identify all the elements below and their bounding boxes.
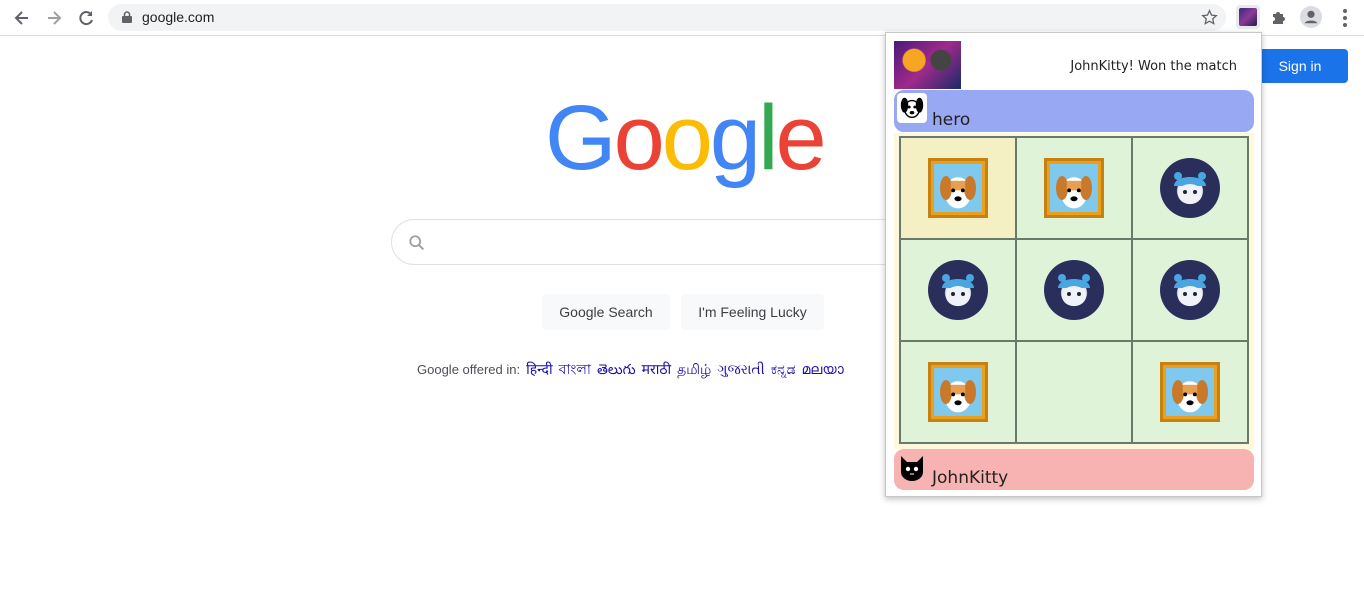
language-link[interactable]: ગુજરાતી bbox=[717, 361, 764, 377]
logo-letter: g bbox=[709, 87, 761, 189]
menu-kebab-icon[interactable] bbox=[1340, 8, 1350, 28]
player-name-bottom: JohnKitty bbox=[932, 468, 1009, 488]
language-link[interactable]: বাংলা bbox=[559, 361, 591, 377]
search-icon bbox=[409, 235, 425, 251]
languages-offered: Google offered in: हिन्दी বাংলা తెలుగు मराठी… bbox=[417, 358, 844, 382]
lock-icon bbox=[122, 11, 132, 23]
language-link[interactable]: தமிழ் bbox=[677, 361, 711, 377]
language-link[interactable]: हिन्दी bbox=[526, 361, 552, 377]
forward-arrow-icon bbox=[48, 11, 62, 25]
board-cell[interactable] bbox=[1132, 341, 1248, 443]
profile-button[interactable] bbox=[1300, 6, 1322, 28]
forward-button[interactable] bbox=[42, 6, 66, 30]
dog-token-icon bbox=[928, 158, 988, 218]
language-link[interactable]: मराठी bbox=[642, 361, 671, 377]
board-cell[interactable] bbox=[1016, 341, 1132, 443]
dog-token-icon bbox=[928, 362, 988, 422]
match-status: JohnKitty! Won the match bbox=[1070, 59, 1237, 74]
board-cell[interactable] bbox=[900, 341, 1016, 443]
cat-token-icon bbox=[1160, 158, 1220, 218]
cat-avatar-icon bbox=[897, 452, 927, 482]
logo-letter: G bbox=[545, 87, 617, 189]
logo-letter: e bbox=[775, 87, 827, 189]
language-link[interactable]: ಕನ್ನಡ bbox=[771, 361, 796, 377]
board-cell[interactable] bbox=[900, 239, 1016, 341]
extension-game-button[interactable] bbox=[1236, 5, 1260, 29]
reload-button[interactable] bbox=[74, 6, 98, 30]
sign-in-button[interactable]: Sign in bbox=[1252, 49, 1348, 83]
feeling-lucky-button[interactable]: I'm Feeling Lucky bbox=[681, 294, 824, 330]
dog-token-icon bbox=[1044, 158, 1104, 218]
player-bar-johnkitty: JohnKitty bbox=[894, 449, 1254, 490]
url-text: google.com bbox=[142, 9, 215, 25]
browser-toolbar: google.com bbox=[0, 0, 1364, 36]
google-logo: Google bbox=[545, 92, 827, 184]
player-name-top: hero bbox=[932, 110, 971, 130]
cat-token-icon bbox=[928, 260, 988, 320]
board-cell[interactable] bbox=[1016, 239, 1132, 341]
profile-avatar-icon bbox=[1304, 10, 1318, 24]
reload-icon bbox=[79, 11, 93, 26]
back-button[interactable] bbox=[10, 6, 34, 30]
google-search-button[interactable]: Google Search bbox=[542, 294, 670, 330]
logo-letter: o bbox=[661, 87, 713, 189]
board-cell[interactable] bbox=[900, 137, 1016, 239]
cat-token-icon bbox=[1160, 260, 1220, 320]
logo-letter: l bbox=[758, 87, 779, 189]
dog-avatar-icon bbox=[897, 93, 927, 123]
player-bar-hero: hero bbox=[894, 90, 1254, 132]
board-cell[interactable] bbox=[1132, 137, 1248, 239]
language-link[interactable]: తెలుగు bbox=[597, 361, 636, 377]
extensions-puzzle-icon[interactable] bbox=[1270, 7, 1290, 27]
game-popup: JohnKitty! Won the match hero JohnKitty bbox=[885, 32, 1262, 497]
board-cell[interactable] bbox=[1016, 137, 1132, 239]
board-container bbox=[894, 133, 1254, 449]
dog-token-icon bbox=[1160, 362, 1220, 422]
language-link[interactable]: മലയാ bbox=[802, 361, 844, 377]
bookmark-star-icon[interactable] bbox=[1201, 9, 1218, 26]
offered-label: Google offered in: bbox=[417, 362, 521, 377]
logo-letter: o bbox=[613, 87, 665, 189]
board-cell[interactable] bbox=[1132, 239, 1248, 341]
address-bar[interactable]: google.com bbox=[108, 4, 1226, 31]
cat-token-icon bbox=[1044, 260, 1104, 320]
back-arrow-icon bbox=[14, 11, 28, 25]
extension-game-icon bbox=[1239, 8, 1257, 26]
tic-tac-toe-board bbox=[899, 136, 1249, 444]
game-banner-image bbox=[894, 41, 961, 89]
